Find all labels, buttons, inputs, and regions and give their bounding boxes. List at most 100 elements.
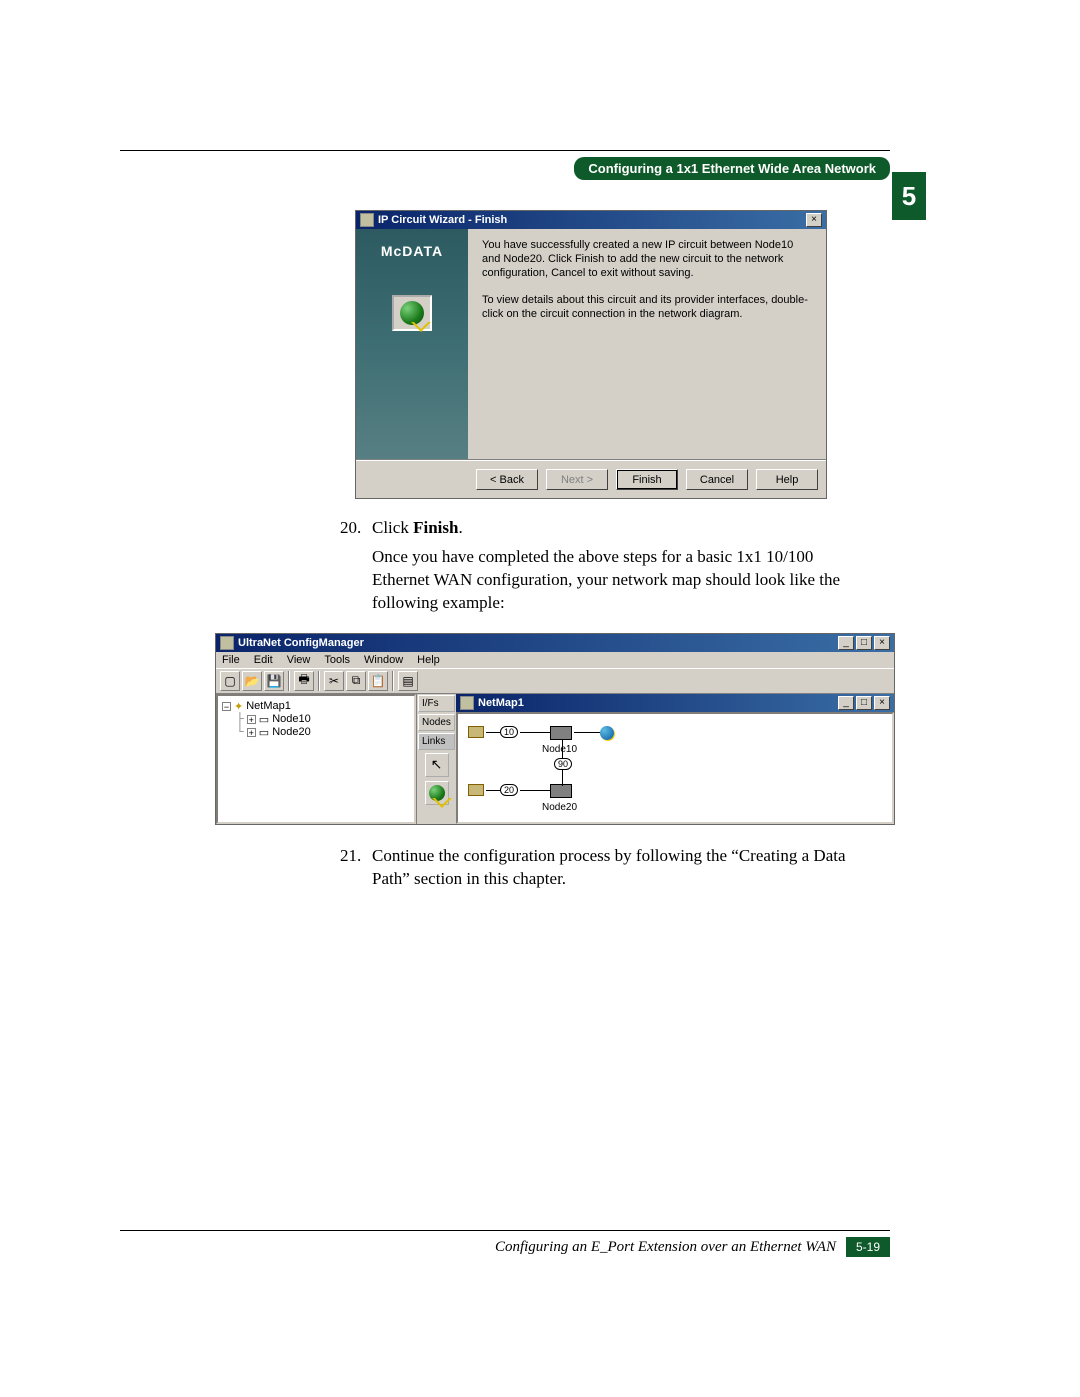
network-diagram[interactable]: 10 Node10 90 20 Node20 [456, 712, 894, 824]
cancel-button[interactable]: Cancel [686, 469, 748, 490]
diagram-node20-hub[interactable] [550, 784, 572, 798]
properties-icon[interactable]: ▤ [398, 671, 418, 691]
ip-circuit-wizard-dialog: IP Circuit Wizard - Finish × McDATA You … [355, 210, 827, 499]
menu-tools[interactable]: Tools [324, 654, 350, 666]
diagram-node10-label: Node10 [542, 744, 577, 755]
hub-icon [550, 726, 572, 740]
wizard-banner-icon-frame [392, 295, 432, 331]
cm-child-window: NetMap1 _ □ × 10 Node10 [456, 694, 894, 824]
header-row: Configuring a 1x1 Ethernet Wide Area Net… [120, 157, 890, 180]
tree-node-20[interactable]: └ + ▭ Node20 [222, 726, 410, 739]
paste-icon[interactable]: 📋 [368, 671, 388, 691]
pointer-tool-icon[interactable]: ↖ [425, 753, 449, 777]
cm-child-title: NetMap1 [478, 697, 838, 709]
wizard-body-text: You have successfully created a new IP c… [468, 229, 826, 459]
dialog-button-row: < Back Next > Finish Cancel Help [356, 461, 826, 498]
globe-tool-icon[interactable] [425, 781, 449, 805]
dialog-title: IP Circuit Wizard - Finish [378, 214, 806, 226]
diagram-link [486, 732, 500, 733]
instruction-steps-2: 21. Continue the configuration process b… [340, 845, 850, 891]
menu-edit[interactable]: Edit [254, 654, 273, 666]
toolbar-separator [318, 671, 320, 691]
dialog-titlebar[interactable]: IP Circuit Wizard - Finish × [356, 211, 826, 229]
expand-icon[interactable]: + [247, 715, 256, 724]
footer-rule [120, 1230, 890, 1231]
close-icon[interactable]: × [874, 636, 890, 650]
close-icon[interactable]: × [874, 696, 890, 710]
next-button: Next > [546, 469, 608, 490]
cm-child-titlebar[interactable]: NetMap1 _ □ × [456, 694, 894, 712]
toolbar-separator [288, 671, 290, 691]
menu-window[interactable]: Window [364, 654, 403, 666]
dialog-titlebar-icon [360, 213, 374, 227]
diagram-link [562, 770, 563, 786]
palette-tab-links[interactable]: Links [418, 733, 455, 750]
cm-palette: I/Fs Nodes Links ↖ [416, 694, 456, 824]
toolbar-separator [392, 671, 394, 691]
fc-icon [468, 784, 484, 796]
globe-icon [600, 726, 614, 740]
print-icon[interactable]: 🖶 [294, 671, 314, 691]
new-icon[interactable]: ▢ [220, 671, 240, 691]
close-icon[interactable]: × [806, 213, 822, 227]
port-badge: 20 [500, 784, 518, 796]
cm-toolbar: ▢ 📂 💾 🖶 ✂ ⧉ 📋 ▤ [216, 668, 894, 694]
minimize-icon[interactable]: _ [838, 636, 854, 650]
cm-menubar: File Edit View Tools Window Help [216, 652, 894, 668]
step-20-body: Once you have completed the above steps … [372, 547, 840, 612]
section-title-pill: Configuring a 1x1 Ethernet Wide Area Net… [574, 157, 890, 180]
fc-icon [468, 726, 484, 738]
page-content: Configuring a 1x1 Ethernet Wide Area Net… [120, 150, 890, 897]
save-icon[interactable]: 💾 [264, 671, 284, 691]
diagram-node20-port[interactable]: 20 [500, 784, 518, 796]
hub-icon [550, 784, 572, 798]
cm-child-titlebar-icon [460, 696, 474, 710]
palette-tab-nodes[interactable]: Nodes [418, 714, 455, 731]
menu-view[interactable]: View [287, 654, 311, 666]
step-21: 21. Continue the configuration process b… [340, 845, 850, 891]
diagram-node10-fc[interactable] [468, 726, 484, 738]
cm-titlebar-icon [220, 636, 234, 650]
diagram-link [520, 790, 550, 791]
diagram-link [562, 740, 563, 758]
tree-node-10[interactable]: ├ + ▭ Node10 [222, 713, 410, 726]
wizard-banner: McDATA [356, 229, 468, 459]
diagram-net-port[interactable]: 90 [554, 758, 572, 770]
copy-icon[interactable]: ⧉ [346, 671, 366, 691]
wizard-paragraph-2: To view details about this circuit and i… [482, 294, 812, 322]
diagram-node20-fc[interactable] [468, 784, 484, 796]
wizard-paragraph-1: You have successfully created a new IP c… [482, 239, 812, 280]
diagram-link [520, 732, 550, 733]
menu-help[interactable]: Help [417, 654, 440, 666]
expand-icon[interactable]: + [247, 728, 256, 737]
brand-logo: McDATA [381, 243, 443, 259]
port-badge: 90 [554, 758, 572, 770]
diagram-node10-port[interactable]: 10 [500, 726, 518, 738]
step-text: Click Finish. Once you have completed th… [372, 517, 850, 615]
finish-button[interactable]: Finish [616, 469, 678, 490]
maximize-icon[interactable]: □ [856, 636, 872, 650]
collapse-icon[interactable]: − [222, 702, 231, 711]
cut-icon[interactable]: ✂ [324, 671, 344, 691]
menu-file[interactable]: File [222, 654, 240, 666]
step-number: 21. [340, 845, 372, 891]
step-20: 20. Click Finish. Once you have complete… [340, 517, 850, 615]
cm-title: UltraNet ConfigManager [238, 637, 838, 649]
palette-tab-ifs[interactable]: I/Fs [418, 695, 455, 712]
maximize-icon[interactable]: □ [856, 696, 872, 710]
diagram-link [574, 732, 600, 733]
minimize-icon[interactable]: _ [838, 696, 854, 710]
help-button[interactable]: Help [756, 469, 818, 490]
back-button[interactable]: < Back [476, 469, 538, 490]
tree-root[interactable]: − ✦ NetMap1 [222, 700, 410, 713]
cm-tree[interactable]: − ✦ NetMap1 ├ + ▭ Node10 └ + ▭ Node20 [216, 694, 416, 824]
footer-page-number: 5-19 [846, 1237, 890, 1257]
port-badge: 10 [500, 726, 518, 738]
diagram-node20-label: Node20 [542, 802, 577, 813]
open-icon[interactable]: 📂 [242, 671, 262, 691]
step-number: 20. [340, 517, 372, 615]
configmanager-window: UltraNet ConfigManager _ □ × File Edit V… [215, 633, 895, 825]
diagram-node10-hub[interactable] [550, 726, 572, 740]
diagram-node10-globe[interactable] [600, 726, 614, 740]
cm-titlebar[interactable]: UltraNet ConfigManager _ □ × [216, 634, 894, 652]
